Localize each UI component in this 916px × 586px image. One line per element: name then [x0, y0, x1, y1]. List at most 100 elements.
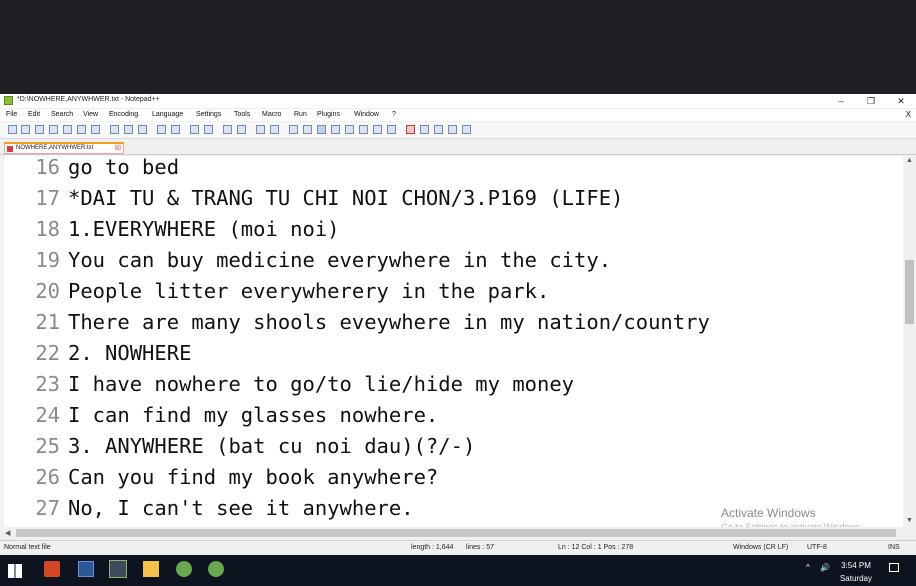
undo-icon[interactable]	[157, 125, 166, 134]
udl-icon[interactable]	[331, 125, 340, 134]
menu-file[interactable]: File	[6, 111, 17, 118]
line-text[interactable]: go to bed	[68, 156, 179, 183]
zoom-in-icon[interactable]	[223, 125, 232, 134]
status-lines: lines : 57	[466, 544, 495, 551]
file-explorer-icon[interactable]	[143, 561, 159, 577]
desktop-background	[0, 0, 916, 94]
toolbar	[0, 122, 916, 139]
line-number: 17	[35, 186, 60, 210]
save-macro-icon[interactable]	[462, 125, 471, 134]
notification-icon[interactable]	[889, 563, 899, 572]
vertical-scroll-thumb[interactable]	[905, 260, 914, 324]
menu-tools[interactable]: Tools	[234, 111, 250, 118]
app-icon-1[interactable]	[44, 561, 60, 577]
word-icon[interactable]	[78, 561, 94, 577]
scroll-down-icon[interactable]: ▼	[906, 517, 913, 524]
editor-line: 22 2. NOWHERE	[4, 338, 903, 369]
tab-label: NOWHERE,ANYWHWER.txt	[16, 145, 94, 151]
line-text[interactable]: Can you find my book anywhere?	[68, 462, 438, 493]
notepadpp-window: *D:\NOWHERE,ANYWHWER.txt - Notepad++ – ❐…	[0, 94, 916, 555]
line-text[interactable]: No, I can't see it anywhere.	[68, 493, 414, 524]
line-text[interactable]: 3. ANYWHERE (bat cu noi dau)(?/-)	[68, 431, 475, 462]
editor-line: 18 1.EVERYWHERE (moi noi)	[4, 214, 903, 245]
browser-icon-2[interactable]	[208, 561, 224, 577]
menu-help[interactable]: ?	[392, 111, 396, 118]
line-number: 16	[35, 156, 60, 179]
line-number: 24	[35, 403, 60, 427]
system-clock[interactable]: 3:54 PM Saturday	[840, 561, 872, 583]
line-text[interactable]: 2. NOWHERE	[68, 338, 191, 369]
notepadpp-taskbar-icon[interactable]	[109, 560, 127, 578]
menu-encoding[interactable]: Encoding	[109, 111, 138, 118]
function-list-icon[interactable]	[359, 125, 368, 134]
menu-language[interactable]: Language	[152, 111, 183, 118]
show-all-chars-icon[interactable]	[303, 125, 312, 134]
zoom-out-icon[interactable]	[237, 125, 246, 134]
redo-icon[interactable]	[171, 125, 180, 134]
run-macro-multiple-icon[interactable]	[448, 125, 457, 134]
sync-vertical-icon[interactable]	[256, 125, 265, 134]
line-text[interactable]: *DAI TU & TRANG TU CHI NOI CHON/3.P169 (…	[68, 183, 623, 214]
horizontal-scroll-thumb[interactable]	[16, 529, 896, 537]
line-number: 19	[35, 248, 60, 272]
open-file-icon[interactable]	[21, 125, 30, 134]
save-icon[interactable]	[35, 125, 44, 134]
tray-chevron-icon[interactable]: ^	[806, 563, 810, 572]
line-number: 21	[35, 310, 60, 334]
menu-run[interactable]: Run	[294, 111, 307, 118]
stop-macro-icon[interactable]	[420, 125, 429, 134]
line-text[interactable]: There are many shools eveywhere in my na…	[68, 307, 710, 338]
status-file-type: Normal text file	[4, 544, 51, 551]
editor-line: 24 I can find my glasses nowhere.	[4, 400, 903, 431]
scroll-up-icon[interactable]: ▲	[906, 157, 913, 164]
tab-close-icon[interactable]: ☒	[115, 144, 121, 152]
cut-icon[interactable]	[110, 125, 119, 134]
menu-view[interactable]: View	[83, 111, 98, 118]
menu-plugins[interactable]: Plugins	[317, 111, 340, 118]
close-button[interactable]: ✕	[886, 94, 916, 108]
find-icon[interactable]	[190, 125, 199, 134]
menu-settings[interactable]: Settings	[196, 111, 221, 118]
replace-icon[interactable]	[204, 125, 213, 134]
menu-window[interactable]: Window	[354, 111, 379, 118]
sync-horizontal-icon[interactable]	[270, 125, 279, 134]
play-macro-icon[interactable]	[434, 125, 443, 134]
line-number: 27	[35, 496, 60, 520]
copy-icon[interactable]	[124, 125, 133, 134]
folder-workspace-icon[interactable]	[373, 125, 382, 134]
editor-line: 16 go to bed	[4, 156, 903, 183]
browser-icon-1[interactable]	[176, 561, 192, 577]
status-bar: Normal text file length : 1,644 lines : …	[0, 540, 916, 555]
word-wrap-icon[interactable]	[289, 125, 298, 134]
paste-icon[interactable]	[138, 125, 147, 134]
line-number: 23	[35, 372, 60, 396]
close-document-button[interactable]: X	[906, 110, 911, 119]
windows-start-icon[interactable]	[8, 564, 22, 578]
tab-nowhere-anywhwer[interactable]: NOWHERE,ANYWHWER.txt ☒	[4, 142, 124, 154]
line-text[interactable]: I can find my glasses nowhere.	[68, 400, 438, 431]
menu-search[interactable]: Search	[51, 111, 73, 118]
line-text[interactable]: You can buy medicine everywhere in the c…	[68, 245, 611, 276]
record-macro-icon[interactable]	[406, 125, 415, 134]
close-icon[interactable]	[63, 125, 72, 134]
line-text[interactable]: People litter everywherery in the park.	[68, 276, 549, 307]
indent-guide-icon[interactable]	[317, 125, 326, 134]
maximize-button[interactable]: ❐	[856, 94, 886, 108]
taskbar: ^ 🔊 3:54 PM Saturday	[0, 555, 916, 586]
minimize-button[interactable]: –	[826, 94, 856, 108]
line-text[interactable]: 1.EVERYWHERE (moi noi)	[68, 214, 340, 245]
close-all-icon[interactable]	[77, 125, 86, 134]
doc-map-icon[interactable]	[345, 125, 354, 134]
vertical-scrollbar[interactable]: ▲ ▼	[903, 156, 916, 527]
line-text[interactable]: I have nowhere to go/to lie/hide my mone…	[68, 369, 574, 400]
horizontal-scrollbar[interactable]: ◀	[4, 527, 903, 539]
save-all-icon[interactable]	[49, 125, 58, 134]
text-editor[interactable]: 16 go to bed 17 *DAI TU & TRANG TU CHI NOI…	[4, 156, 903, 527]
menu-edit[interactable]: Edit	[28, 111, 40, 118]
scroll-left-icon[interactable]: ◀	[5, 529, 10, 537]
menu-macro[interactable]: Macro	[262, 111, 281, 118]
new-file-icon[interactable]	[8, 125, 17, 134]
print-icon[interactable]	[91, 125, 100, 134]
monitoring-icon[interactable]	[387, 125, 396, 134]
volume-icon[interactable]: 🔊	[820, 563, 830, 572]
